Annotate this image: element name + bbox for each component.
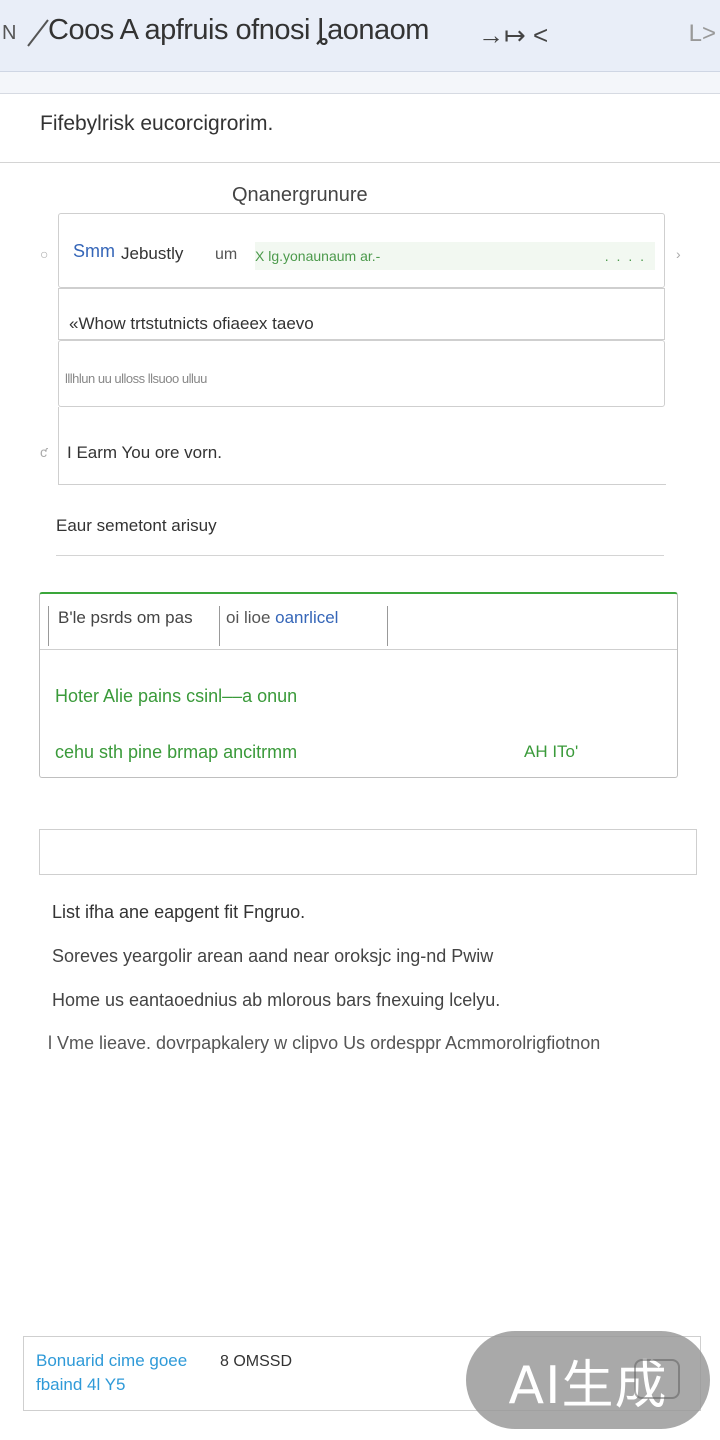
list-item[interactable]: lllhlun uu ulloss llsuoo ulluu xyxy=(58,340,665,407)
nav-arrows-button[interactable]: →↦ < xyxy=(478,20,548,51)
paragraph-text: l Vme lieave. dovrpapkalery w clipvo Us … xyxy=(48,1033,601,1053)
panel-line: Hoter Alie pains csinl––a onun xyxy=(55,686,298,706)
tab-first[interactable]: B'le psrds om pas xyxy=(58,608,193,628)
paragraph-text: List ifha ane eapgent fit Fngruo. xyxy=(52,902,306,922)
summary-label: Eaur semetont arisuy xyxy=(56,516,217,535)
tab-second-highlight: oanrlicel xyxy=(275,608,339,627)
slash-icon xyxy=(27,19,49,47)
list-item[interactable]: I Earm You ore vorn. xyxy=(58,407,666,485)
bottom-label: 8 OMSSD xyxy=(220,1353,293,1370)
bottom-link[interactable]: fbaind 4l Y5 xyxy=(36,1375,125,1395)
divider xyxy=(59,484,666,485)
bottom-link[interactable]: Bonuarid cime goee xyxy=(36,1351,187,1371)
app-bar-title: Coos A apfruis ofnosi ȴaonaom xyxy=(48,14,429,46)
page-subheader: Fifebylrisk eucorcigrorim. xyxy=(40,112,274,135)
list-item[interactable]: «Whow trtstutnicts ofiaeex taevo xyxy=(58,288,665,340)
text-input[interactable] xyxy=(39,829,697,875)
list-item-label: Smm xyxy=(73,241,115,261)
app-bar-left-mark: N xyxy=(2,22,17,44)
tab-separator xyxy=(48,606,49,646)
top-band-divider xyxy=(0,72,720,94)
info-panel: B'le psrds om pas oi lioe oanrlicel Hote… xyxy=(39,592,678,778)
row-left-marker-icon: ƈ xyxy=(40,444,47,460)
list-item-label: «Whow trtstutnicts ofiaeex taevo xyxy=(69,314,314,333)
top-app-bar: N Coos A apfruis ofnosi ȴaonaom →↦ < L> xyxy=(0,0,720,72)
list-item-primary[interactable]: Smm Jebustly um X lg.yonaunaum ar.- . . … xyxy=(58,213,665,288)
tab-separator xyxy=(219,606,220,646)
list-item-label: um xyxy=(215,246,238,263)
forward-button[interactable]: L> xyxy=(689,20,716,48)
panel-tabs: B'le psrds om pas oi lioe oanrlicel xyxy=(40,594,677,650)
row-left-marker-icon: ○ xyxy=(40,246,49,262)
tab-separator xyxy=(387,606,388,646)
tab-second[interactable]: oi lioe oanrlicel xyxy=(226,608,338,628)
list-item-label: lllhlun uu ulloss llsuoo ulluu xyxy=(65,371,207,386)
list-item-status: X lg.yonaunaum ar.- xyxy=(255,248,381,264)
panel-line: cehu sth pine brmap ancitrmm xyxy=(55,742,298,762)
paragraph-text: Soreves yeargolir arean aand near oroksj… xyxy=(52,946,494,966)
more-dots-icon[interactable]: . . . . xyxy=(605,248,646,264)
list-item-label: I Earm You ore vorn. xyxy=(67,443,222,462)
clipboard-icon xyxy=(634,1359,680,1399)
paragraph-text: Home us eantaoednius ab mlorous bars fne… xyxy=(52,990,501,1010)
chevron-right-icon[interactable]: › xyxy=(676,246,681,262)
panel-line-value: AH ITo' xyxy=(524,742,579,761)
ai-generated-badge: AI生成 xyxy=(466,1331,710,1429)
list-item-label: Jebustly xyxy=(121,244,184,263)
section-title: Qnanergrunure xyxy=(232,184,368,206)
tab-second-prefix: oi lioe xyxy=(226,608,276,627)
divider xyxy=(0,162,720,163)
divider xyxy=(56,555,664,556)
